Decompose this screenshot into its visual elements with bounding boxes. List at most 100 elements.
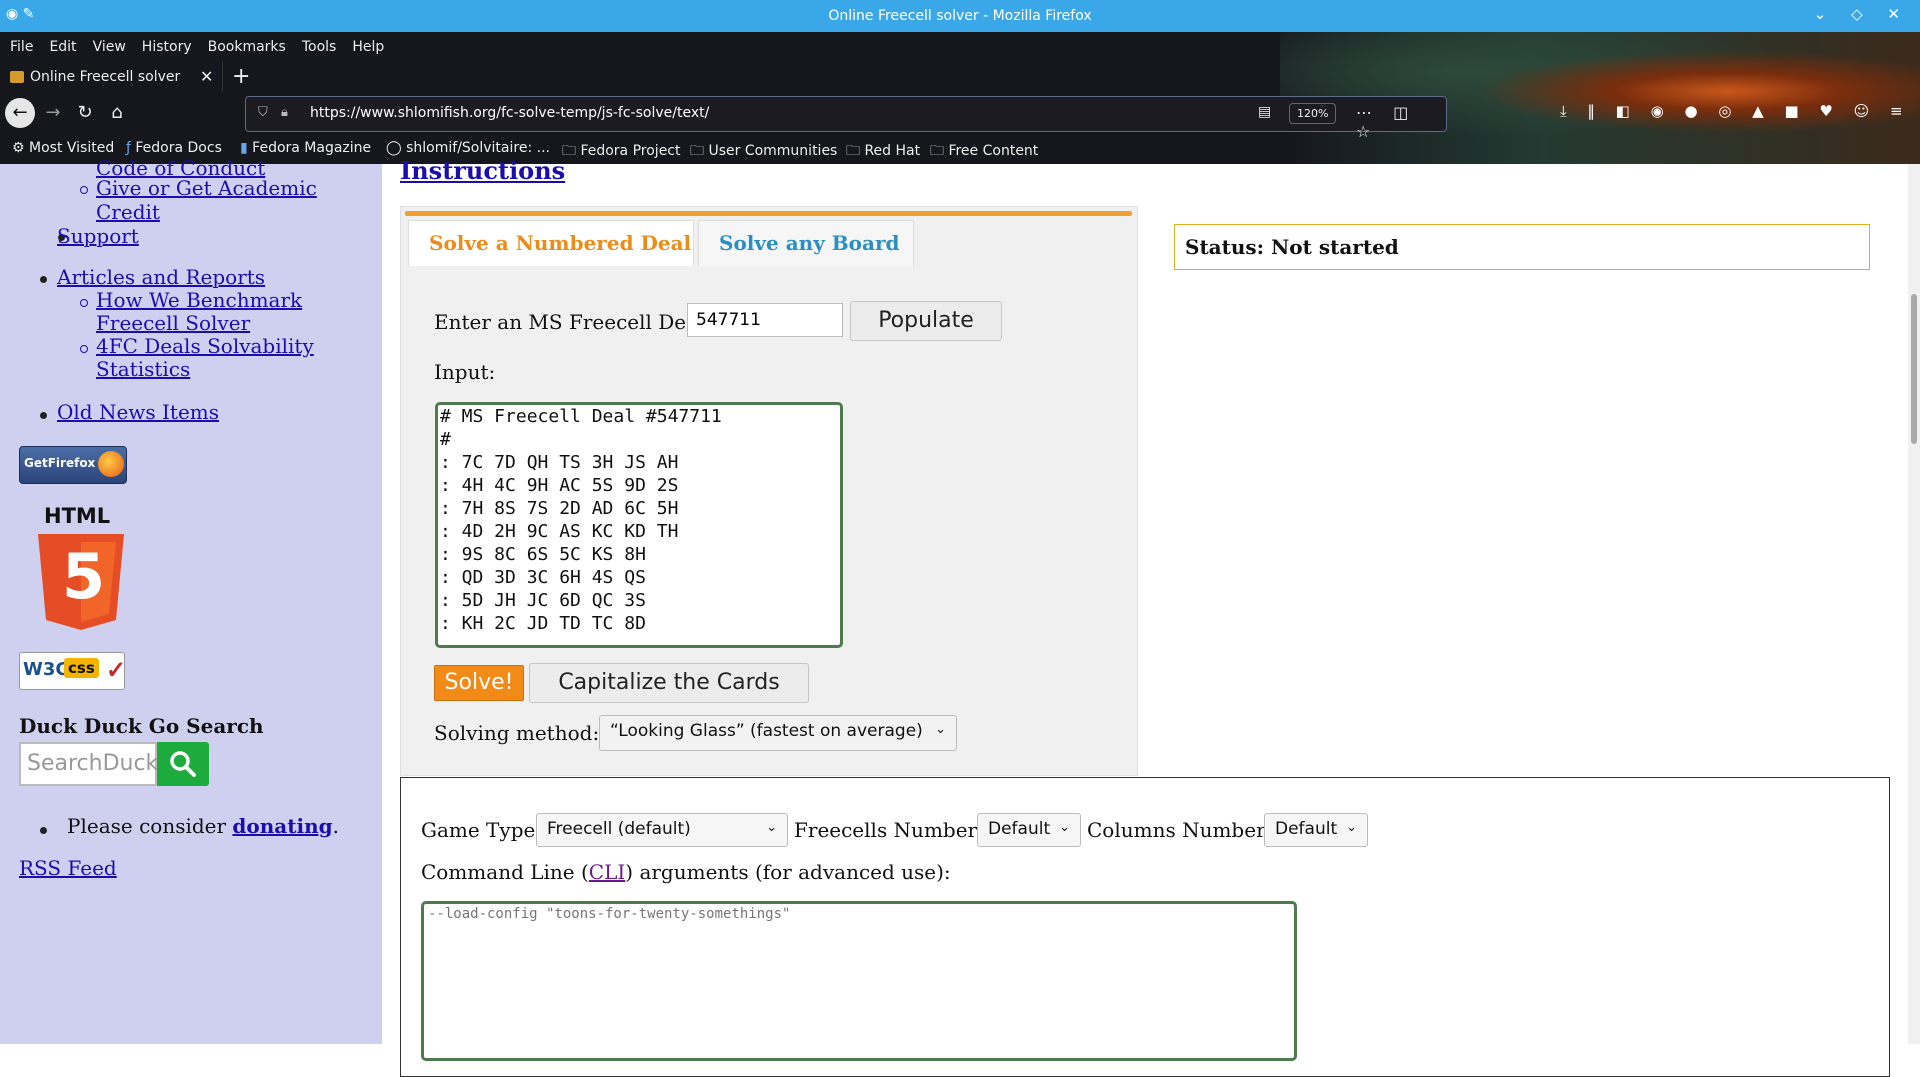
bookmark-folder-free-content[interactable]: 🗀 Free Content: [930, 140, 1038, 164]
chevron-down-icon: ⌄: [1059, 820, 1070, 835]
folder-icon: 🗀: [846, 143, 860, 159]
link-benchmark[interactable]: How We Benchmark: [96, 288, 302, 312]
menu-tools[interactable]: Tools: [302, 32, 337, 62]
advanced-options-panel: Game Type: Freecell (default) ⌄ Freecells…: [400, 777, 1890, 1077]
new-tab-button[interactable]: +: [232, 64, 250, 89]
deal-label: Enter an MS Freecell Deal:: [434, 310, 712, 334]
site-sidebar: Code of Conduct Give or Get Academic Cre…: [0, 156, 382, 1044]
link-4fc-stats[interactable]: 4FC Deals Solvability: [96, 334, 314, 358]
panel-accent-bar: [405, 211, 1132, 216]
tracking-shield-icon[interactable]: ⛉: [258, 105, 268, 120]
link-old-news[interactable]: Old News Items: [57, 400, 219, 424]
link-academic-credit[interactable]: Give or Get Academic: [96, 176, 317, 200]
bookmark-solvitaire[interactable]: ◯ shlomif/Solvitaire: ...: [386, 140, 550, 156]
zoom-level[interactable]: 120%: [1289, 103, 1337, 124]
bookmark-most-visited[interactable]: ⚙ Most Visited: [12, 140, 114, 156]
tab-close-icon[interactable]: ✕: [200, 67, 213, 86]
game-type-select[interactable]: Freecell (default) ⌄: [536, 813, 788, 847]
capitalize-cards-button[interactable]: Capitalize the Cards: [529, 663, 809, 703]
link-donating[interactable]: donating: [232, 814, 332, 838]
link-4fc-stats-2[interactable]: Statistics: [96, 357, 190, 381]
window-controls[interactable]: ⌄ ◇ ✕: [1814, 5, 1910, 23]
browser-chrome: File Edit View History Bookmarks Tools Help On…: [0, 32, 1920, 164]
bookmark-folder-fedora-project[interactable]: 🗀 Fedora Project: [562, 140, 681, 164]
reader-view-icon[interactable]: ▤: [1258, 104, 1271, 120]
chevron-down-icon: ⌄: [935, 722, 946, 737]
link-academic-credit-2[interactable]: Credit: [96, 200, 160, 224]
window-titlebar: ◉ ✎ Online Freecell solver - Mozilla Fir…: [0, 0, 1920, 32]
cli-arguments-textarea[interactable]: [421, 901, 1297, 1061]
scrollbar-thumb[interactable]: [1911, 294, 1917, 444]
get-firefox-badge[interactable]: GetFirefox: [19, 446, 127, 484]
main-content: Instructions Solve a Numbered Deal Solve…: [382, 156, 1920, 1077]
link-support[interactable]: Support: [57, 224, 139, 248]
link-articles-reports[interactable]: Articles and Reports: [57, 265, 265, 289]
home-button[interactable]: ⌂: [102, 98, 132, 128]
freecells-number-select[interactable]: Default ⌄: [977, 813, 1081, 847]
status-box: Status: Not started: [1174, 224, 1870, 270]
chevron-down-icon: ⌄: [1346, 820, 1357, 835]
menu-bar: File Edit View History Bookmarks Tools Help: [0, 32, 1920, 62]
deal-number-input[interactable]: [687, 303, 843, 337]
menu-history[interactable]: History: [142, 32, 192, 62]
tab-solve-numbered-deal[interactable]: Solve a Numbered Deal: [408, 220, 694, 266]
bookmark-fedora-docs[interactable]: ƒ Fedora Docs: [126, 140, 222, 156]
window-title: Online Freecell solver - Mozilla Firefox: [828, 8, 1092, 24]
lock-icon[interactable]: 🔒︎: [281, 105, 288, 120]
menu-file[interactable]: File: [10, 32, 33, 62]
menu-view[interactable]: View: [93, 32, 126, 62]
menu-edit[interactable]: Edit: [49, 32, 76, 62]
link-rss-feed[interactable]: RSS Feed: [19, 856, 117, 880]
bookmark-folder-user-communities[interactable]: 🗀 User Communities: [690, 140, 837, 164]
bookmarks-toolbar: ⚙ Most Visited ƒ Fedora Docs ▮ Fedora Ma…: [0, 134, 1920, 164]
columns-number-select[interactable]: Default ⌄: [1264, 813, 1368, 847]
url-bar[interactable]: ⛉ 🔒︎ https://www.shlomifish.org/fc-solve…: [245, 96, 1447, 141]
url-text[interactable]: https://www.shlomifish.org/fc-solve-temp…: [310, 105, 709, 121]
bookmark-folder-red-hat[interactable]: 🗀 Red Hat: [846, 140, 920, 164]
page-scrollbar[interactable]: [1908, 164, 1920, 1044]
ddg-search-button[interactable]: [157, 742, 209, 786]
checkmark-icon: ✓: [106, 655, 127, 684]
solve-button[interactable]: Solve!: [434, 665, 524, 701]
list-bullet: [80, 299, 88, 307]
toolbar-extension-icons[interactable]: ⤓ ‖ ◧ ◉ ● ◎ ▲ ■ ♥ ☺ ≡: [1560, 102, 1911, 120]
cli-label: Command Line (CLI) arguments (for advanc…: [421, 860, 951, 884]
list-bullet: [80, 345, 88, 353]
list-bullet: [40, 276, 47, 283]
tab-freecell-solver[interactable]: Online Freecell solver ✕: [0, 62, 223, 92]
folder-icon: 🗀: [930, 143, 944, 159]
github-icon: ◯: [386, 140, 402, 156]
link-cli[interactable]: CLI: [589, 860, 625, 884]
populate-button[interactable]: Populate: [850, 301, 1002, 341]
chevron-down-icon: ⌄: [766, 820, 777, 835]
w3c-css-badge[interactable]: W3C css ✓: [19, 652, 127, 690]
ddg-search-input[interactable]: SearchDuck: [19, 742, 158, 786]
menu-help[interactable]: Help: [352, 32, 384, 62]
status-text: Status: Not started: [1185, 235, 1399, 259]
board-input-textarea[interactable]: # MS Freecell Deal #547711 # : 7C 7D QH …: [435, 402, 843, 648]
nav-bar: ← → ↻ ⌂ ⛉ 🔒︎ https://www.shlomifish.org/…: [0, 92, 1920, 141]
reload-button[interactable]: ↻: [70, 98, 100, 128]
tab-solve-any-board[interactable]: Solve any Board: [698, 220, 914, 266]
list-bullet: [40, 827, 47, 834]
list-bullet: [40, 412, 47, 419]
tab-bar: Online Freecell solver ✕ +: [0, 62, 1920, 92]
back-button[interactable]: ←: [5, 98, 35, 128]
input-label: Input:: [434, 360, 496, 384]
folder-icon: 🗀: [690, 143, 704, 159]
firefox-globe-icon: [98, 451, 124, 477]
bookmark-fedora-magazine[interactable]: ▮ Fedora Magazine: [240, 140, 371, 156]
forward-button[interactable]: →: [38, 98, 68, 128]
gear-icon: ⚙: [12, 140, 25, 156]
link-benchmark-2[interactable]: Freecell Solver: [96, 311, 250, 335]
search-icon: [170, 751, 196, 777]
donate-note: Please consider donating.: [67, 814, 339, 838]
link-instructions[interactable]: Instructions: [400, 156, 565, 185]
solver-panel: Solve a Numbered Deal Solve any Board En…: [400, 206, 1138, 776]
magazine-icon: ▮: [240, 140, 248, 156]
solving-method-label: Solving method:: [434, 721, 600, 745]
html5-logo[interactable]: HTML 5: [38, 504, 124, 634]
ddg-heading: Duck Duck Go Search: [19, 714, 264, 738]
solving-method-select[interactable]: “Looking Glass” (fastest on average) ⌄: [599, 715, 957, 751]
menu-bookmarks[interactable]: Bookmarks: [208, 32, 286, 62]
